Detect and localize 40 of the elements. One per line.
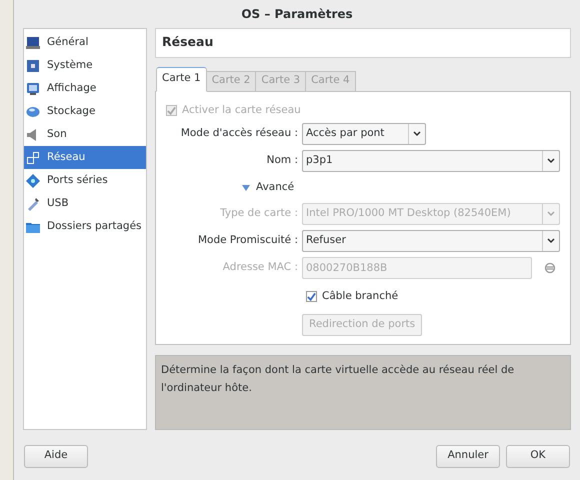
window-title: OS – Paramètres: [241, 6, 353, 23]
checkbox[interactable]: [306, 291, 317, 302]
sidebar-item[interactable]: USB: [24, 192, 146, 215]
cancel-button[interactable]: Annuler: [436, 444, 500, 468]
sidebar-item[interactable]: Affichage: [24, 77, 146, 100]
disk-icon: [26, 104, 40, 118]
dropdown[interactable]: Accès par pont: [302, 123, 426, 146]
field-label: Mode Promiscuité :: [198, 234, 298, 246]
dropdown[interactable]: p3p1: [302, 150, 560, 172]
description-text: Détermine la façon dont la carte virtuelle accède au réseau réel de l'ordinateur hôte.: [161, 363, 516, 396]
display-icon: [26, 82, 40, 96]
page-title: Réseau: [162, 33, 214, 52]
sidebar-item[interactable]: Général: [24, 31, 146, 54]
field-label: Mode d'accès réseau :: [180, 127, 298, 140]
serial-port-icon: [26, 174, 40, 188]
chip-icon: [26, 58, 40, 72]
caret-icon: [547, 238, 555, 244]
checkbox-label: Câble branché: [322, 288, 398, 304]
usb-icon: [26, 196, 40, 210]
checkbox-label: Activer la carte réseau: [182, 102, 301, 118]
caret-icon: [547, 158, 555, 164]
sidebar-item[interactable]: Réseau: [24, 146, 146, 169]
dropdown[interactable]: Refuser: [302, 230, 560, 252]
expander-label[interactable]: Avancé: [256, 180, 294, 196]
help-button[interactable]: Aide: [24, 444, 88, 468]
network-icon: [26, 150, 40, 164]
sidebar-item[interactable]: Stockage: [24, 100, 146, 123]
sidebar-item[interactable]: Son: [24, 123, 146, 146]
field-label: Adresse MAC :: [222, 261, 298, 274]
field-label: Type de carte :: [220, 207, 298, 220]
sidebar-item[interactable]: Dossiers partagés: [24, 215, 146, 238]
sidebar-item[interactable]: Système: [24, 54, 146, 77]
field-label: Nom :: [266, 154, 298, 166]
caret-icon: [547, 211, 555, 218]
tab[interactable]: Carte 1: [156, 66, 207, 92]
monitor-icon: [26, 36, 40, 50]
caret-icon: [413, 131, 421, 138]
triangle-down-icon[interactable]: [242, 184, 250, 192]
ok-button[interactable]: OK: [506, 444, 570, 468]
sidebar-item[interactable]: Ports séries: [24, 169, 146, 192]
